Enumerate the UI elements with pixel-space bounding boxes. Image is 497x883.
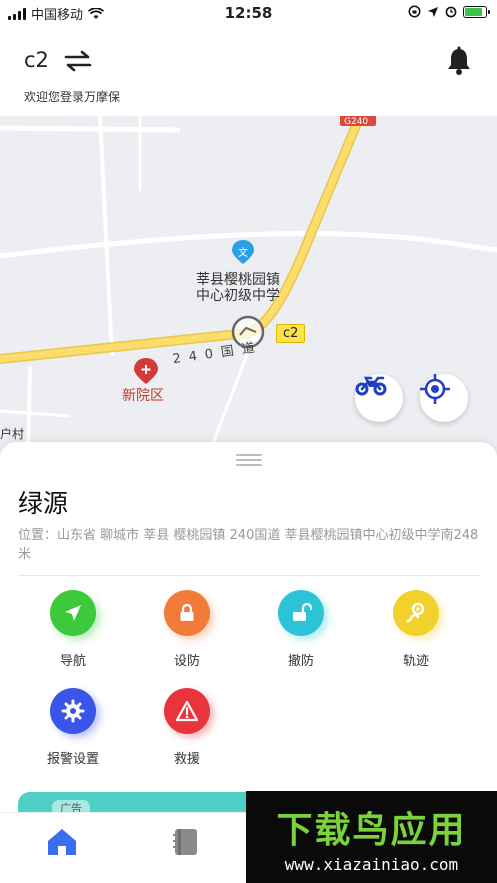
village-label: 户村	[0, 427, 25, 441]
my-location-button[interactable]	[420, 374, 468, 422]
action-label: 设防	[173, 654, 200, 669]
poi-district-label: 新院区	[122, 388, 164, 404]
poi-school-label: 莘县樱桃园镇 中心初级中学	[196, 272, 280, 304]
ad-tag: 广告	[52, 800, 90, 812]
action-label: 导航	[59, 654, 86, 669]
alarm-icon	[445, 6, 457, 18]
action-alarm-settings[interactable]: 报警设置	[18, 688, 128, 767]
action-label: 轨迹	[402, 654, 429, 669]
svg-text:文: 文	[238, 246, 248, 259]
vehicle-locate-button[interactable]	[355, 374, 403, 422]
action-label: 报警设置	[46, 752, 99, 767]
swap-icon[interactable]	[64, 50, 92, 72]
battery-icon	[463, 5, 490, 18]
watermark-title: 下载鸟应用	[276, 810, 467, 851]
gear-icon	[50, 688, 96, 734]
action-track[interactable]: 轨迹	[361, 590, 471, 669]
home-icon	[48, 829, 76, 855]
vehicle-name[interactable]: c2	[24, 48, 49, 72]
location-text: 位置：山东省 聊城市 莘县 樱桃园镇 240国道 莘县樱桃园镇中心初级中学南24…	[18, 528, 479, 562]
action-navigate[interactable]: 导航	[18, 590, 128, 669]
action-disarm[interactable]: 撤防	[246, 590, 356, 669]
road-sign-text: G240	[344, 117, 368, 127]
action-label: 救援	[173, 752, 200, 767]
location-arrow-icon	[428, 6, 438, 17]
battery-fill	[465, 7, 482, 16]
warning-icon	[164, 688, 210, 734]
tab-home[interactable]	[46, 827, 78, 861]
notebook-icon	[173, 829, 197, 855]
car-tag: c2	[276, 324, 306, 343]
action-rescue[interactable]: 救援	[132, 688, 242, 767]
drag-handle[interactable]	[236, 454, 262, 468]
welcome-text: 欢迎您登录万摩保	[24, 90, 121, 104]
crosshair-icon	[420, 374, 450, 404]
device-name: 绿源	[18, 489, 69, 518]
bell-icon[interactable]	[445, 46, 473, 76]
lock-icon	[164, 590, 210, 636]
watermark-url: www.xiazainiao.com	[284, 855, 459, 874]
navigate-icon	[50, 590, 96, 636]
map-view[interactable]: G240 文 莘县樱桃园镇 中心初级中学 新院区 240国道 户村 c2	[0, 116, 497, 466]
divider	[18, 575, 480, 576]
action-label: 撤防	[287, 654, 314, 669]
header: c2 欢迎您登录万摩保	[0, 26, 497, 116]
rotation-lock-icon	[408, 5, 421, 18]
status-bar: 中国移动 12:58	[0, 0, 497, 26]
watermark: 下载鸟应用 www.xiazainiao.com	[246, 791, 497, 883]
unlock-icon	[278, 590, 324, 636]
tab-record[interactable]	[172, 827, 200, 861]
motorcycle-icon	[355, 376, 387, 396]
bottom-sheet[interactable]: 绿源 位置：山东省 聊城市 莘县 樱桃园镇 240国道 莘县樱桃园镇中心初级中学…	[0, 442, 497, 812]
action-arm[interactable]: 设防	[132, 590, 242, 669]
track-icon	[393, 590, 439, 636]
status-right	[408, 5, 490, 18]
